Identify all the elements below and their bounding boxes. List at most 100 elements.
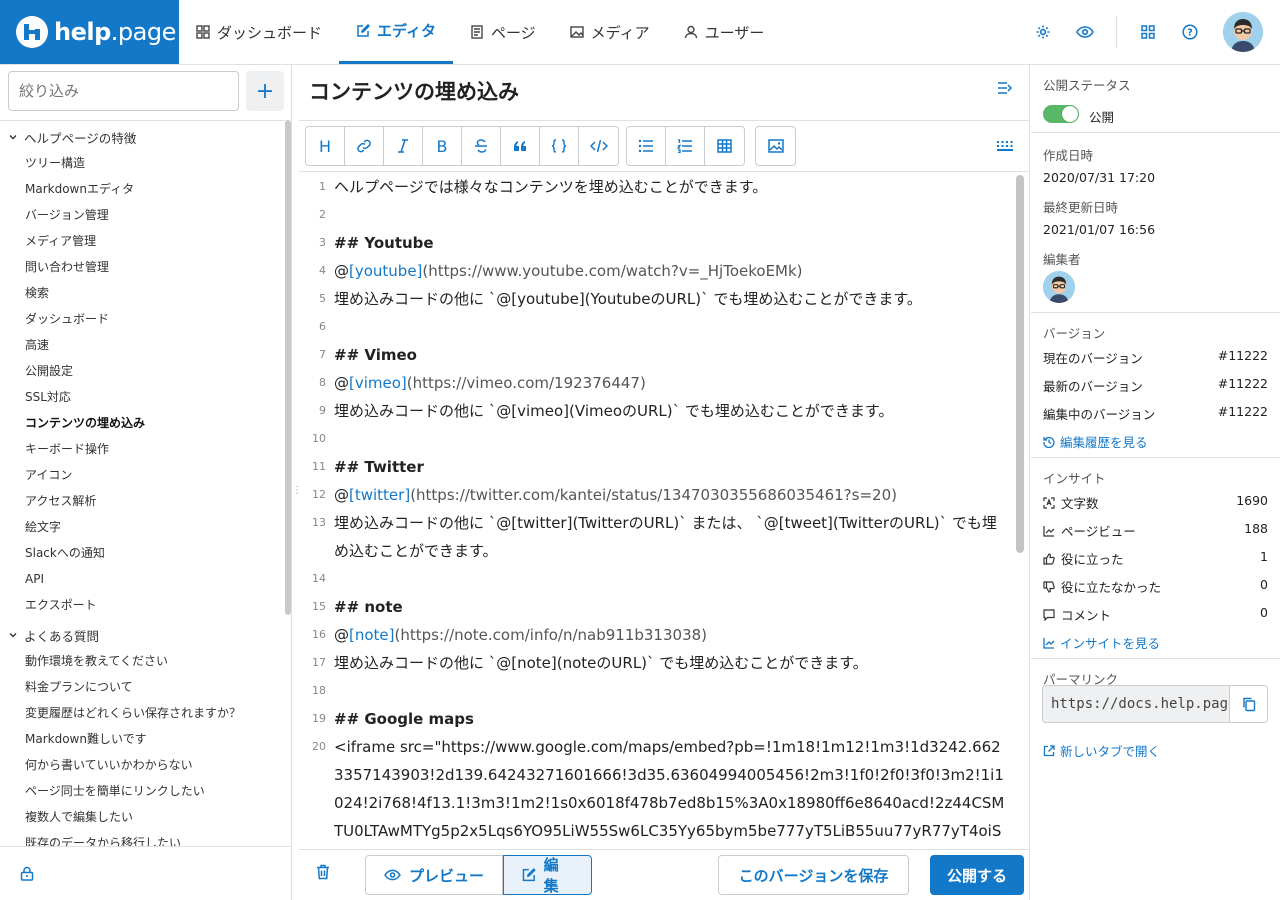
tree-group[interactable]: よくある質問 — [0, 622, 285, 648]
nav-users[interactable]: ユーザー — [667, 0, 782, 64]
edit-mode-button[interactable]: 編集 — [503, 855, 592, 895]
tree-item[interactable]: 絵文字 — [0, 514, 285, 540]
version-value: #11222 — [1217, 404, 1268, 419]
nav-editor[interactable]: エディタ — [339, 0, 453, 64]
code-line[interactable]: 8 @[vimeo](https://vimeo.com/192376447) — [299, 369, 1029, 397]
tree-item[interactable]: SSL対応 — [0, 384, 285, 410]
insight-heading: インサイト — [1043, 471, 1106, 486]
code-line[interactable]: 19 ## Google maps — [299, 705, 1029, 733]
tree-item[interactable]: 問い合わせ管理 — [0, 254, 285, 280]
strikethrough-button[interactable] — [462, 127, 501, 165]
code-line[interactable]: 18 — [299, 677, 1029, 705]
insight-link[interactable]: インサイトを見る — [1043, 633, 1160, 652]
tree-item[interactable]: アクセス解析 — [0, 488, 285, 514]
tree-item[interactable]: コンテンツの埋め込み — [0, 410, 285, 436]
insert-image-button[interactable] — [756, 127, 795, 165]
heading-button[interactable]: H — [306, 127, 345, 165]
tree-item[interactable]: 何から書いていいかわからない — [0, 752, 285, 778]
code-line[interactable]: 9 埋め込みコードの他に `@[vimeo](VimeoのURL)` でも埋め込む… — [299, 397, 1029, 425]
preview-button[interactable]: プレビュー — [365, 855, 503, 895]
tree-item[interactable]: ページ同士を簡単にリンクしたい — [0, 778, 285, 804]
bold-button[interactable]: B — [423, 127, 462, 165]
inline-code-button[interactable] — [579, 127, 618, 165]
tree-item[interactable]: キーボード操作 — [0, 436, 285, 462]
table-button[interactable] — [705, 127, 744, 165]
help-button[interactable]: ? — [1169, 11, 1211, 53]
editor-scrollbar[interactable] — [1016, 175, 1024, 553]
thumbs-down-icon — [1043, 580, 1055, 593]
code-line[interactable]: 7 ## Vimeo — [299, 341, 1029, 369]
save-version-button[interactable]: このバージョンを保存 — [718, 855, 909, 895]
tree-item[interactable]: 変更履歴はどれくらい保存されますか？ — [0, 700, 285, 726]
code-line[interactable]: 4 @[youtube](https://www.youtube.com/watc… — [299, 257, 1029, 285]
view-site-button[interactable] — [1064, 11, 1106, 53]
tree-item[interactable]: 複数人で編集したい — [0, 804, 285, 830]
link-button[interactable] — [345, 127, 384, 165]
code-line[interactable]: 10 — [299, 425, 1029, 453]
code-line[interactable]: 5 埋め込みコードの他に `@[youtube](YoutubeのURL)` でも… — [299, 285, 1029, 313]
open-new-tab-link[interactable]: 新しいタブで開く — [1043, 741, 1160, 760]
tree-item[interactable]: 既存のデータから移行したい — [0, 830, 285, 846]
filter-input[interactable] — [8, 71, 239, 111]
code-line[interactable]: 13 埋め込みコードの他に `@[twitter](TwitterのURL)` ま… — [299, 509, 1029, 565]
tree-item[interactable]: 高速 — [0, 332, 285, 358]
code-line[interactable]: 14 — [299, 565, 1029, 593]
editor-avatar[interactable] — [1043, 271, 1075, 303]
apps-button[interactable] — [1127, 11, 1169, 53]
numbered-list-button[interactable] — [666, 127, 705, 165]
permalink-input[interactable]: https://docs.help.page — [1043, 686, 1229, 722]
code-line[interactable]: 6 — [299, 313, 1029, 341]
tree-item[interactable]: ダッシュボード — [0, 306, 285, 332]
bullet-list-button[interactable] — [627, 127, 666, 165]
code-line[interactable]: 12 @[twitter](https://twitter.com/kantei/… — [299, 481, 1029, 509]
collapse-panel-button[interactable] — [997, 81, 1013, 95]
code-line[interactable]: 16 @[note](https://note.com/info/n/nab911… — [299, 621, 1029, 649]
code-line[interactable]: 15 ## note — [299, 593, 1029, 621]
code-line[interactable]: 20 <iframe src="https://www.google.com/ma… — [299, 733, 1029, 849]
tree-item[interactable]: メディア管理 — [0, 228, 285, 254]
editor-toolbar: H B — [299, 120, 1029, 172]
delete-button[interactable] — [316, 864, 330, 880]
history-link[interactable]: 編集履歴を見る — [1043, 432, 1148, 451]
logo[interactable]: help.page — [0, 0, 179, 64]
user-avatar[interactable] — [1223, 12, 1263, 52]
tree-item[interactable]: 公開設定 — [0, 358, 285, 384]
tree-item[interactable]: バージョン管理 — [0, 202, 285, 228]
edit-icon — [522, 868, 536, 882]
code-line[interactable]: 1 ヘルプページでは様々なコンテンツを埋め込むことができます。 — [299, 173, 1029, 201]
tree-item[interactable]: Slackへの通知 — [0, 540, 285, 566]
tree-item[interactable]: ツリー構造 — [0, 150, 285, 176]
add-page-button[interactable]: + — [246, 71, 284, 111]
pane-resizer[interactable]: ⋮ — [292, 485, 302, 496]
lock-button[interactable] — [20, 866, 34, 881]
tree-item[interactable]: Markdown難しいです — [0, 726, 285, 752]
insight-label: コメント — [1061, 608, 1112, 623]
quote-button[interactable] — [501, 127, 540, 165]
tree-item[interactable]: アイコン — [0, 462, 285, 488]
tree-item[interactable]: エクスポート — [0, 592, 285, 618]
tree-scrollbar[interactable] — [285, 120, 291, 615]
nav-dashboard[interactable]: ダッシュボード — [179, 0, 339, 64]
insight-value: 1 — [1260, 549, 1268, 564]
tree-item[interactable]: API — [0, 566, 285, 592]
copy-button[interactable] — [1229, 686, 1267, 722]
code-line[interactable]: 2 — [299, 201, 1029, 229]
tree-item[interactable]: 検索 — [0, 280, 285, 306]
publish-button[interactable]: 公開する — [930, 855, 1024, 895]
settings-button[interactable] — [1022, 11, 1064, 53]
italic-button[interactable] — [384, 127, 423, 165]
keyboard-toggle-button[interactable] — [997, 141, 1013, 151]
code-line[interactable]: 3 ## Youtube — [299, 229, 1029, 257]
tree-item[interactable]: Markdownエディタ — [0, 176, 285, 202]
version-value: #11222 — [1217, 348, 1268, 363]
tree-group[interactable]: ヘルプページの特徴 — [0, 124, 285, 150]
markdown-editor[interactable]: 1 ヘルプページでは様々なコンテンツを埋め込むことができます。 2 3 ## Youtu… — [299, 173, 1029, 849]
code-block-button[interactable] — [540, 127, 579, 165]
tree-item[interactable]: 料金プランについて — [0, 674, 285, 700]
nav-media[interactable]: メディア — [553, 0, 667, 64]
publish-toggle[interactable] — [1043, 105, 1079, 123]
tree-item[interactable]: 動作環境を教えてください — [0, 648, 285, 674]
nav-pages[interactable]: ページ — [453, 0, 553, 64]
code-line[interactable]: 17 埋め込みコードの他に `@[note](noteのURL)` でも埋め込むこ… — [299, 649, 1029, 677]
code-line[interactable]: 11 ## Twitter — [299, 453, 1029, 481]
